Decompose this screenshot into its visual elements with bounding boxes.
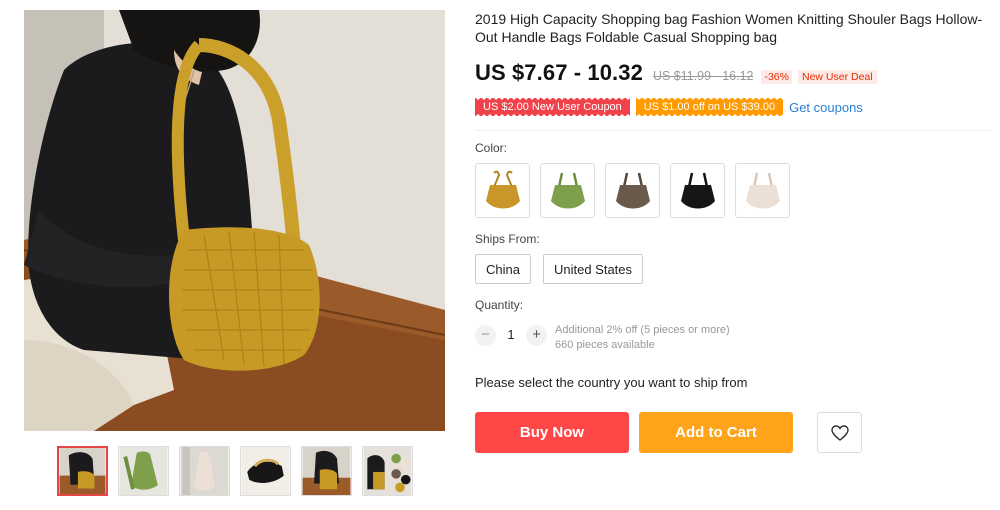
bag-mustard-icon [485,170,520,208]
thumbnail-2[interactable] [118,446,169,496]
add-to-cart-button[interactable]: Add to Cart [639,412,793,453]
coupon-row: US $2.00 New User Coupon US $1.00 off on… [475,98,991,131]
product-info-panel: 2019 High Capacity Shopping bag Fashion … [475,10,991,453]
original-price: US $11.99 - 16.12 [652,69,754,83]
color-section: Color: [475,141,991,218]
product-title: 2019 High Capacity Shopping bag Fashion … [475,11,983,45]
bag-cream-icon [745,172,780,208]
ships-from-section: Ships From: China United States [475,232,991,284]
color-option-green[interactable] [540,163,595,218]
action-buttons: Buy Now Add to Cart [475,412,991,453]
quantity-section: Quantity: − 1 + Additional 2% off (5 pie… [475,298,991,353]
color-option-brown[interactable] [605,163,660,218]
quantity-value[interactable]: 1 [496,327,526,342]
thumbnail-5[interactable] [301,446,352,496]
bag-brown-icon [615,172,650,208]
buy-now-button[interactable]: Buy Now [475,412,629,453]
quantity-decrease-button[interactable]: − [475,325,496,346]
wishlist-button[interactable] [817,412,862,453]
color-options [475,163,991,218]
store-coupon[interactable]: US $1.00 off on US $39.00 [635,98,784,116]
color-option-cream[interactable] [735,163,790,218]
ships-from-label: Ships From: [475,232,540,246]
discount-badge: -36% [761,70,792,84]
color-option-black[interactable] [670,163,725,218]
ships-from-options: China United States [475,254,991,284]
quantity-label: Quantity: [475,298,524,312]
quantity-stepper: − 1 + Additional 2% off (5 pieces or mor… [475,322,991,353]
new-user-coupon[interactable]: US $2.00 New User Coupon [475,98,630,116]
new-user-deal-badge: New User Deal [797,70,877,84]
get-coupons-link[interactable]: Get coupons [789,100,863,115]
thumbnail-4[interactable] [240,446,291,496]
bag-green-icon [550,172,585,208]
quantity-info: Additional 2% off (5 pieces or more) 660… [555,323,730,353]
ship-country-prompt: Please select the country you want to sh… [475,375,748,390]
thumbnail-strip [57,446,413,496]
ship-option-china[interactable]: China [475,254,531,284]
bulk-discount-note: Additional 2% off (5 pieces or more) [555,324,730,336]
color-option-mustard[interactable] [475,163,530,218]
current-price: US $7.67 - 10.32 [475,60,643,85]
pieces-available: 660 pieces available [555,339,655,351]
bag-black-icon [680,172,715,208]
price-row: US $7.67 - 10.32 US $11.99 - 16.12 -36% … [475,60,991,86]
ship-option-united-states[interactable]: United States [542,254,644,284]
color-label: Color: [475,141,508,155]
quantity-increase-button[interactable]: + [526,325,547,346]
main-product-image[interactable] [24,10,445,431]
thumbnail-3[interactable] [179,446,230,496]
heart-icon [830,424,849,441]
thumbnail-1[interactable] [57,446,108,496]
thumbnail-6[interactable] [362,446,413,496]
